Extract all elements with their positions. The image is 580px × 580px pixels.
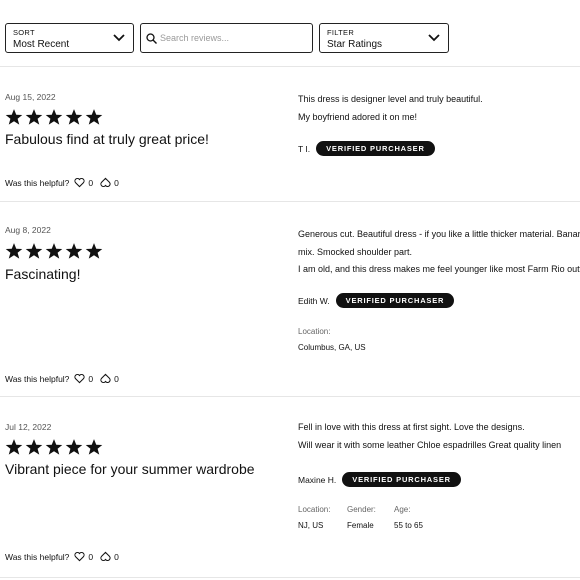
- star-icon: [5, 439, 23, 455]
- review-author: Maxine H. VERIFIED PURCHASER: [298, 472, 461, 487]
- star-icon: [45, 109, 63, 125]
- review-title: Fabulous find at truly great price!: [5, 131, 209, 147]
- star-icon: [5, 109, 23, 125]
- review-card: Aug 8, 2022 Fascinating! Was this helpfu…: [0, 202, 580, 396]
- star-icon: [85, 439, 103, 455]
- star-icon: [85, 243, 103, 259]
- helpful-label: Was this helpful?: [5, 373, 70, 384]
- age-value: 55 to 65: [394, 521, 423, 530]
- review-body-line: I am old, and this dress makes me feel y…: [298, 264, 580, 274]
- heart-icon[interactable]: [74, 177, 86, 188]
- star-icon: [5, 243, 23, 259]
- reviewer-gender: Gender: Female: [347, 505, 376, 530]
- review-card: Aug 15, 2022 Fabulous find at truly grea…: [0, 67, 580, 201]
- search-icon: [146, 33, 157, 44]
- review-body-line: mix. Smocked shoulder part.: [298, 246, 413, 257]
- helpful-label: Was this helpful?: [5, 177, 70, 188]
- broken-heart-icon[interactable]: [100, 373, 111, 384]
- review-body: Generous cut. Beautiful dress - if you l…: [298, 226, 580, 279]
- search-box[interactable]: [140, 23, 313, 53]
- author-name: Maxine H.: [298, 474, 337, 485]
- chevron-down-icon: [428, 34, 440, 42]
- star-rating: [5, 242, 103, 260]
- broken-heart-icon[interactable]: [100, 551, 111, 562]
- helpful-no-count: 0: [114, 551, 119, 562]
- sort-caption: SORT: [13, 28, 35, 37]
- filter-value: Star Ratings: [327, 39, 383, 50]
- location-value: Columbus, GA, US: [298, 343, 366, 352]
- reviewer-location: Location: NJ, US: [298, 505, 330, 530]
- location-label: Location:: [298, 327, 331, 336]
- gender-label: Gender:: [347, 505, 376, 514]
- sort-value: Most Recent: [13, 39, 70, 50]
- review-body: This dress is designer level and truly b…: [298, 91, 483, 126]
- helpful-row: Was this helpful? 0 0: [5, 551, 119, 562]
- helpful-no-count: 0: [114, 177, 119, 188]
- age-label: Age:: [394, 505, 411, 514]
- author-name: Edith W.: [298, 295, 330, 306]
- heart-icon[interactable]: [74, 373, 86, 384]
- star-rating: [5, 108, 103, 126]
- star-icon: [45, 243, 63, 259]
- star-icon: [65, 243, 83, 259]
- review-title: Fascinating!: [5, 266, 81, 282]
- author-name: T I.: [298, 143, 311, 154]
- star-icon: [25, 109, 43, 125]
- verified-purchaser-badge: VERIFIED PURCHASER: [316, 141, 435, 156]
- review-date: Aug 15, 2022: [5, 92, 56, 102]
- heart-icon[interactable]: [74, 551, 86, 562]
- review-body-line: My boyfriend adored it on me!: [298, 111, 418, 122]
- review-body-line: This dress is designer level and truly b…: [298, 94, 483, 104]
- broken-heart-icon[interactable]: [100, 177, 111, 188]
- helpful-label: Was this helpful?: [5, 551, 70, 562]
- sort-dropdown[interactable]: SORT Most Recent: [5, 23, 134, 53]
- location-label: Location:: [298, 505, 331, 514]
- helpful-row: Was this helpful? 0 0: [5, 373, 119, 384]
- star-rating: [5, 438, 103, 456]
- helpful-yes-count: 0: [88, 373, 94, 384]
- verified-purchaser-badge: VERIFIED PURCHASER: [342, 472, 461, 487]
- review-body-line: Fell in love with this dress at first si…: [298, 422, 525, 432]
- star-icon: [65, 439, 83, 455]
- review-date: Aug 8, 2022: [5, 225, 51, 235]
- gender-value: Female: [347, 521, 374, 530]
- divider: [0, 577, 580, 578]
- review-body: Fell in love with this dress at first si…: [298, 419, 561, 454]
- reviewer-location: Location: Columbus, GA, US: [298, 327, 366, 352]
- helpful-no-count: 0: [114, 373, 119, 384]
- chevron-down-icon: [113, 34, 125, 42]
- location-value: NJ, US: [298, 521, 324, 530]
- review-body-line: Will wear it with some leather Chloe esp…: [298, 439, 562, 450]
- verified-purchaser-badge: VERIFIED PURCHASER: [335, 293, 455, 308]
- star-icon: [45, 439, 63, 455]
- star-icon: [25, 439, 43, 455]
- helpful-yes-count: 0: [88, 551, 94, 562]
- filter-dropdown[interactable]: FILTER Star Ratings: [319, 23, 449, 53]
- review-card: Jul 12, 2022 Vibrant piece for your summ…: [0, 397, 580, 577]
- star-icon: [25, 243, 43, 259]
- helpful-row: Was this helpful? 0 0: [5, 177, 119, 188]
- review-date: Jul 12, 2022: [5, 422, 52, 432]
- review-controls: SORT Most Recent FILTER Star Ratings: [0, 0, 580, 66]
- star-icon: [65, 109, 83, 125]
- search-input[interactable]: [160, 30, 310, 46]
- review-title: Vibrant piece for your summer wardrobe: [5, 461, 255, 477]
- review-author: Edith W. VERIFIED PURCHASER: [298, 293, 455, 308]
- helpful-yes-count: 0: [88, 177, 94, 188]
- review-body-line: Generous cut. Beautiful dress - if you l…: [298, 229, 580, 239]
- star-icon: [85, 109, 103, 125]
- reviewer-age: Age: 55 to 65: [394, 505, 423, 530]
- filter-caption: FILTER: [327, 28, 355, 37]
- review-author: T I. VERIFIED PURCHASER: [298, 141, 435, 156]
